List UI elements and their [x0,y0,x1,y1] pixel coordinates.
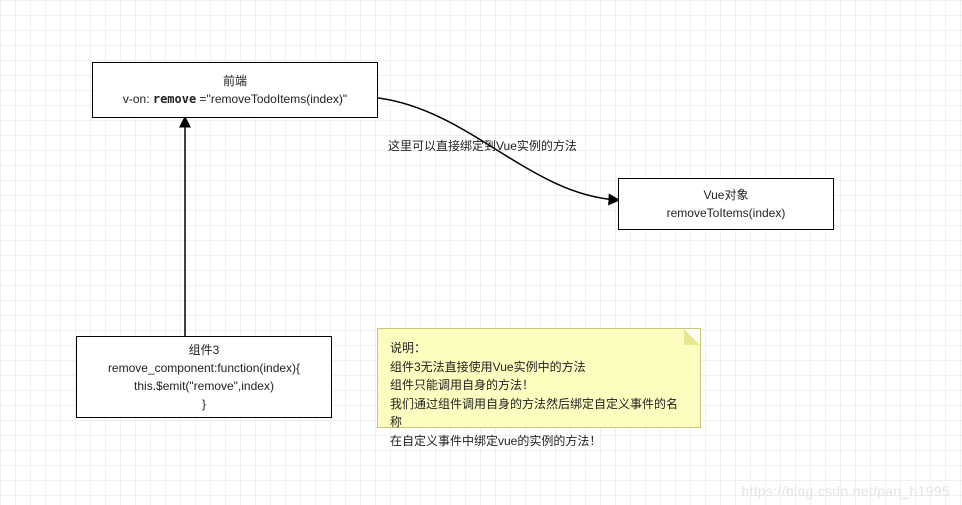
note-line3: 组件只能调用自身的方法！ [390,376,688,395]
vue-method: removeToItems(index) [667,204,786,222]
note-line1: 说明： [390,339,688,358]
diagram-canvas: 前端 v-on: remove ="removeTodoItems(index)… [0,0,962,505]
code-prefix: v-on: [123,92,153,106]
vue-object-box: Vue对象 removeToItems(index) [618,178,834,230]
note-line2: 组件3无法直接使用Vue实例中的方法 [390,358,688,377]
watermark: https://blog.csdn.net/pan_h1995 [741,483,950,499]
component-title: 组件3 [189,341,220,359]
note-line4: 我们通过组件调用自身的方法然后绑定自定义事件的名称 [390,395,688,432]
frontend-code: v-on: remove ="removeTodoItems(index)" [123,90,347,108]
note-fold-icon [684,329,700,345]
code-keyword: remove [153,92,196,106]
vue-title: Vue对象 [704,186,749,204]
note-line5: 在自定义事件中绑定vue的实例的方法！ [390,432,688,451]
explanation-note: 说明： 组件3无法直接使用Vue实例中的方法 组件只能调用自身的方法！ 我们通过… [377,328,701,428]
arrow-label: 这里可以直接绑定到Vue实例的方法 [388,137,577,154]
component-line2: this.$emit("remove",index) [134,377,274,395]
code-suffix: ="removeTodoItems(index)" [196,92,347,106]
component-box: 组件3 remove_component:function(index){ th… [76,336,332,418]
component-line3: } [202,395,206,413]
frontend-title: 前端 [223,72,247,90]
frontend-box: 前端 v-on: remove ="removeTodoItems(index)… [92,62,378,118]
component-line1: remove_component:function(index){ [108,359,300,377]
